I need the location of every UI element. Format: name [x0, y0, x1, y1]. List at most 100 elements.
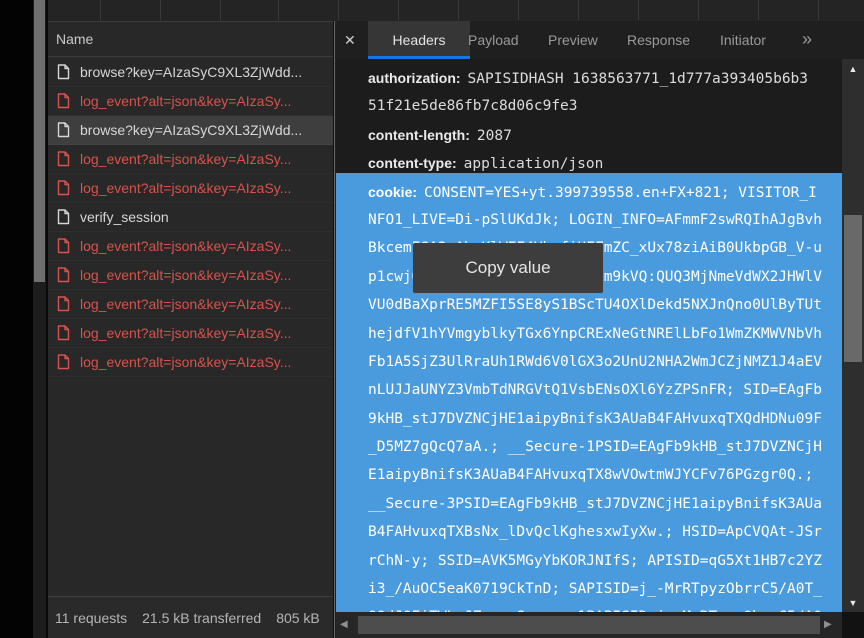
header-line: authorization: SAPISIDHASH 1638563771_1d7…: [368, 64, 842, 92]
document-icon: [57, 64, 70, 80]
document-icon: [57, 354, 70, 370]
column-divider: [220, 0, 221, 20]
document-icon: [57, 238, 70, 254]
header-value-line: VU0dBaXprRE5MZFI5SE8yS1BScTU4OXlDekd5NXJ…: [368, 291, 842, 319]
header-name: authorization:: [368, 70, 461, 86]
header-name: content-type:: [368, 155, 457, 171]
request-name: verify_session: [80, 209, 169, 225]
column-divider: [100, 0, 101, 20]
horizontal-scrollbar[interactable]: ◀ ▶: [336, 612, 842, 638]
header-value-line: i3_/AuOC5eaK0719CkTnD; SAPISID=j_-MrRTpy…: [368, 575, 842, 603]
document-icon: [57, 122, 70, 138]
column-divider: [578, 0, 579, 20]
request-row[interactable]: verify_session: [48, 203, 333, 232]
header-value-line: nLUJJaUNYZ3VmbTdNRGVtQ1VsbENsOXl6YzZPSnF…: [368, 376, 842, 404]
scroll-down-icon[interactable]: ▼: [842, 595, 864, 611]
request-name: log_event?alt=json&key=AIzaSy...: [80, 267, 291, 283]
header-value: 2087: [477, 128, 512, 144]
request-count: 11 requests: [55, 610, 127, 626]
column-divider: [160, 0, 161, 20]
background-strip: [0, 0, 33, 638]
header-value-line: QOdJQEiTWLvJZ; __Secure-1PAPISID=j_-MrRT…: [368, 603, 842, 612]
copy-value-label: Copy value: [465, 258, 550, 278]
scroll-right-icon[interactable]: ▶: [824, 612, 832, 638]
resources-size: 805 kB: [276, 610, 320, 626]
header-value-line: hejdfV1hYVmgyblkyTGx6YnpCRExNeGtNRElLbFo…: [368, 320, 842, 348]
header-entry: content-length: 2087: [336, 121, 842, 149]
request-name: log_event?alt=json&key=AIzaSy...: [80, 180, 291, 196]
transferred-size: 21.5 kB transferred: [142, 610, 261, 626]
column-divider: [758, 0, 759, 20]
network-request-panel: Name browse?key=AIzaSyC9XL3ZjWdd... log_…: [48, 22, 333, 638]
request-list: browse?key=AIzaSyC9XL3ZjWdd... log_event…: [48, 58, 333, 377]
column-divider: [638, 0, 639, 20]
request-name: browse?key=AIzaSyC9XL3ZjWdd...: [80, 122, 302, 138]
column-divider: [698, 0, 699, 20]
header-entry: authorization: SAPISIDHASH 1638563771_1d7…: [336, 64, 842, 121]
header-value-line: 51f21e5de86fb7c8d06c9fe3: [368, 92, 842, 120]
request-name: log_event?alt=json&key=AIzaSy...: [80, 151, 291, 167]
header-value-line: __Secure-3PSID=EAgFb9kHB_stJ7DVZNCjHE1ai…: [368, 490, 842, 518]
document-icon: [57, 325, 70, 341]
vertical-scrollbar[interactable]: ▲ ▼: [842, 59, 864, 612]
header-name: cookie:: [368, 184, 417, 200]
column-divider: [458, 0, 459, 20]
vertical-scrollbar-thumb[interactable]: [844, 215, 862, 362]
column-divider: [398, 0, 399, 20]
header-value-line: _D5MZ7gQcQ7aA.; __Secure-1PSID=EAgFb9kHB…: [368, 433, 842, 461]
copy-value-button[interactable]: Copy value: [413, 243, 603, 293]
tab-response[interactable]: Response: [627, 21, 690, 59]
detail-tab-bar: ✕ HeadersPayload Preview Response Initiator…: [336, 21, 864, 59]
request-row[interactable]: log_event?alt=json&key=AIzaSy...: [48, 232, 333, 261]
headers-detail-pane: authorization: SAPISIDHASH 1638563771_1d7…: [336, 59, 842, 612]
name-column-header[interactable]: Name: [48, 22, 333, 57]
request-row[interactable]: log_event?alt=json&key=AIzaSy...: [48, 290, 333, 319]
devtools-window: Name browse?key=AIzaSyC9XL3ZjWdd... log_…: [0, 0, 864, 638]
header-value-line: rChN-y; SSID=AVK5MGyYbKORJNIfS; APISID=q…: [368, 547, 842, 575]
document-icon: [57, 93, 70, 109]
request-row[interactable]: log_event?alt=json&key=AIzaSy...: [48, 174, 333, 203]
request-row[interactable]: log_event?alt=json&key=AIzaSy...: [48, 261, 333, 290]
header-value: CONSENT=YES+yt.399739558.en+FX+821; VISI…: [424, 185, 817, 201]
scroll-left-icon[interactable]: ◀: [340, 612, 348, 638]
request-name: browse?key=AIzaSyC9XL3ZjWdd...: [80, 64, 302, 80]
header-value-line: E1aipyBnifsK3AUaB4FAHvuxqTX8wVOwtmWJYCFv…: [368, 461, 842, 489]
header-name: content-length:: [368, 127, 470, 143]
column-divider: [338, 0, 339, 20]
header-entry: cookie: CONSENT=YES+yt.399739558.en+FX+82…: [336, 173, 842, 612]
scroll-up-icon[interactable]: ▲: [842, 61, 864, 77]
request-name: log_event?alt=json&key=AIzaSy...: [80, 238, 291, 254]
request-name: log_event?alt=json&key=AIzaSy...: [80, 354, 291, 370]
document-icon: [57, 296, 70, 312]
network-summary-bar: 11 requests 21.5 kB transferred 805 kB: [48, 596, 333, 638]
request-row[interactable]: log_event?alt=json&key=AIzaSy...: [48, 319, 333, 348]
document-icon: [57, 151, 70, 167]
scrollbar-corner: [842, 612, 864, 638]
request-name: log_event?alt=json&key=AIzaSy...: [80, 93, 291, 109]
header-value-line: Fb1A5SjZ3UlRraUh1RWd6V0lGX3o2UnU2NHA2WmJ…: [368, 348, 842, 376]
header-value-line: B4FAHvuxqTXBsNx_lDvQclKghesxwIyXw.; HSID…: [368, 518, 842, 546]
request-row[interactable]: log_event?alt=json&key=AIzaSy...: [48, 145, 333, 174]
header-line: content-length: 2087: [368, 121, 842, 149]
header-value-line: 9kHB_stJ7DVZNCjHE1aipyBnifsK3AUaB4FAHvux…: [368, 405, 842, 433]
horizontal-scrollbar-thumb[interactable]: [358, 616, 820, 634]
table-header-strip: [48, 0, 864, 22]
tab-headers[interactable]: Headers: [368, 21, 470, 59]
more-tabs-icon[interactable]: »: [802, 21, 812, 59]
tab-initiator[interactable]: Initiator: [720, 21, 766, 59]
outer-scrollbar-thumb[interactable]: [34, 0, 45, 282]
request-row[interactable]: browse?key=AIzaSyC9XL3ZjWdd...: [48, 116, 333, 145]
header-value: application/json: [464, 156, 604, 172]
request-row[interactable]: browse?key=AIzaSyC9XL3ZjWdd...: [48, 58, 333, 87]
request-name: log_event?alt=json&key=AIzaSy...: [80, 325, 291, 341]
document-icon: [57, 209, 70, 225]
header-value-line: NFO1_LIVE=Di-pSlUKdJk; LOGIN_INFO=AFmmF2…: [368, 206, 842, 234]
close-icon[interactable]: ✕: [344, 21, 356, 59]
header-value: SAPISIDHASH 1638563771_1d777a393405b6b3: [468, 71, 808, 87]
request-row[interactable]: log_event?alt=json&key=AIzaSy...: [48, 348, 333, 377]
tab-preview[interactable]: Preview: [548, 21, 598, 59]
document-icon: [57, 180, 70, 196]
tab-payload[interactable]: Payload: [468, 21, 519, 59]
request-row[interactable]: log_event?alt=json&key=AIzaSy...: [48, 87, 333, 116]
header-line: cookie: CONSENT=YES+yt.399739558.en+FX+82…: [368, 178, 842, 206]
